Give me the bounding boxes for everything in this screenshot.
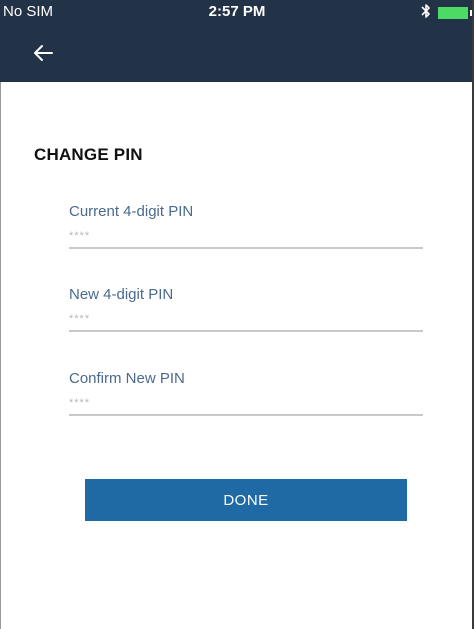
header: No SIM 2:57 PM: [0, 0, 474, 82]
new-pin-underline: [69, 330, 423, 332]
confirm-pin-field: Confirm New PIN: [69, 370, 423, 420]
current-pin-label: Current 4-digit PIN: [69, 203, 194, 220]
done-button[interactable]: DONE: [85, 479, 407, 521]
current-pin-underline: [69, 247, 423, 249]
status-time: 2:57 PM: [208, 3, 266, 20]
battery-icon: [438, 6, 474, 19]
new-pin-field: New 4-digit PIN: [69, 286, 423, 336]
app-screen: No SIM 2:57 PM CHANGE PIN Current 4-digi…: [0, 0, 474, 629]
bluetooth-icon: [420, 2, 432, 20]
nav-bar: [0, 26, 474, 82]
confirm-pin-input[interactable]: [69, 392, 423, 414]
new-pin-label: New 4-digit PIN: [69, 286, 174, 303]
confirm-pin-label: Confirm New PIN: [69, 370, 185, 387]
new-pin-input[interactable]: [69, 308, 423, 330]
arrow-left-icon: [32, 44, 54, 67]
back-button[interactable]: [28, 42, 58, 68]
status-bar: No SIM 2:57 PM: [0, 0, 474, 26]
page-title: CHANGE PIN: [34, 145, 143, 164]
confirm-pin-underline: [69, 414, 423, 416]
current-pin-field: Current 4-digit PIN: [69, 203, 423, 253]
current-pin-input[interactable]: [69, 225, 423, 247]
